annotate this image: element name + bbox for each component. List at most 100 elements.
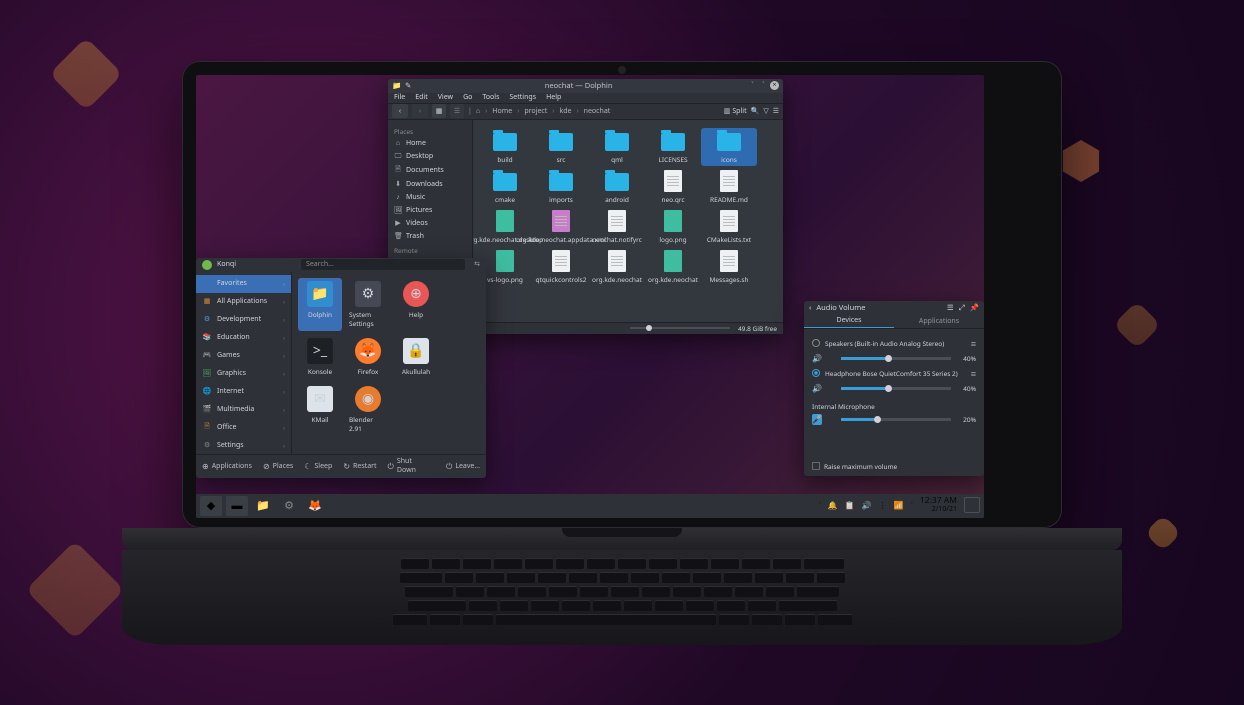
app-akullulah[interactable]: 🔒Akullulah xyxy=(394,335,438,379)
cat-games[interactable]: 🎮Games› xyxy=(196,347,291,365)
menu-tools[interactable]: Tools xyxy=(482,93,499,102)
back-icon[interactable]: ‹ xyxy=(809,303,811,313)
titlebar[interactable]: 📁 ✎ neochat — Dolphin ˅ ˄ × xyxy=(388,79,783,93)
notification-icon[interactable]: 🔔 xyxy=(828,500,838,511)
menu-go[interactable]: Go xyxy=(463,93,472,102)
zoom-slider[interactable] xyxy=(630,327,730,329)
cat-settings[interactable]: ⚙Settings› xyxy=(196,437,291,454)
place-music[interactable]: ♪Music xyxy=(388,191,472,204)
file-item[interactable]: org.kde.neochat.appdata.xml xyxy=(533,208,589,246)
breadcrumb[interactable]: ⌂›Home›project›kde›neochat xyxy=(476,107,610,116)
cat-office[interactable]: 🗎Office› xyxy=(196,419,291,437)
file-item[interactable]: icons xyxy=(701,128,757,166)
wifi-icon[interactable]: 📶 xyxy=(894,500,904,511)
menu-edit[interactable]: Edit xyxy=(415,93,428,102)
cat-development[interactable]: ⚙Development› xyxy=(196,311,291,329)
up-icon[interactable]: ˄ xyxy=(818,500,820,511)
places-button[interactable]: ⊘Places xyxy=(263,461,293,472)
menu-help[interactable]: Help xyxy=(546,93,561,102)
file-item[interactable]: qml xyxy=(589,128,645,166)
menu-file[interactable]: File xyxy=(394,93,405,102)
clipboard-icon[interactable]: 📋 xyxy=(845,500,855,511)
file-item[interactable]: Messages.sh xyxy=(701,248,757,286)
menu-view[interactable]: View xyxy=(438,93,453,102)
pin-icon[interactable]: 📌 xyxy=(970,303,979,313)
cat-all-applications[interactable]: ▦All Applications› xyxy=(196,293,291,311)
file-item[interactable]: qtquickcontrols2 xyxy=(533,248,589,286)
mic-slider[interactable] xyxy=(841,418,951,421)
user-avatar[interactable] xyxy=(202,260,212,270)
cat-education[interactable]: 📚Education› xyxy=(196,329,291,347)
file-item[interactable]: README.md xyxy=(701,168,757,206)
cat-favorites[interactable]: ★Favorites› xyxy=(196,275,291,293)
file-item[interactable]: neochat.notifyrc xyxy=(589,208,645,246)
expand-icon[interactable]: ⤢ xyxy=(959,303,965,313)
app-launcher-icon[interactable]: ◆ xyxy=(200,496,222,516)
split-button[interactable]: ▥ Split xyxy=(724,107,747,116)
file-view[interactable]: buildsrcqmlLICENSESicons cmakeimportsandr… xyxy=(473,120,783,322)
app-blender-2-91[interactable]: ◉Blender 2.91 xyxy=(346,383,390,436)
task-files[interactable]: 📁 xyxy=(252,496,274,516)
task-firefox[interactable]: 🦊 xyxy=(304,496,326,516)
place-pictures[interactable]: 🖼Pictures xyxy=(388,204,472,217)
mic-mute-icon[interactable]: 🎤 xyxy=(812,414,822,425)
file-item[interactable]: cmake xyxy=(477,168,533,206)
place-home[interactable]: ⌂Home xyxy=(388,137,472,150)
place-downloads[interactable]: ⬇Downloads xyxy=(388,178,472,191)
filter-icon[interactable]: ▽ xyxy=(763,107,768,116)
file-item[interactable]: LICENSES xyxy=(645,128,701,166)
volume-slider[interactable] xyxy=(841,387,951,390)
file-item[interactable]: CMakeLists.txt xyxy=(701,208,757,246)
search-input[interactable]: Search... xyxy=(301,259,465,270)
maximize-icon[interactable]: ˄ xyxy=(759,81,768,90)
file-item[interactable]: logo.png xyxy=(645,208,701,246)
mute-icon[interactable]: 🔊 xyxy=(812,353,822,364)
restart-button[interactable]: ↻Restart xyxy=(343,461,376,472)
back-button[interactable]: ‹ xyxy=(392,104,408,118)
volume-slider[interactable] xyxy=(841,357,951,360)
leave-button[interactable]: ⏻Leave... xyxy=(446,461,480,472)
task-dolphin[interactable]: ▬ xyxy=(226,496,248,516)
file-item[interactable]: src xyxy=(533,128,589,166)
sleep-button[interactable]: ☾Sleep xyxy=(304,461,332,472)
file-item[interactable]: org.kde.neochat xyxy=(589,248,645,286)
minimize-icon[interactable]: ˅ xyxy=(748,81,757,90)
config-icon[interactable]: ⇆ xyxy=(474,260,480,269)
options-icon[interactable]: ≡ xyxy=(971,367,976,380)
network-icon[interactable]: ⋮ xyxy=(879,500,887,511)
place-trash[interactable]: 🗑Trash xyxy=(388,230,472,243)
close-icon[interactable]: × xyxy=(770,81,779,90)
app-firefox[interactable]: 🦊Firefox xyxy=(346,335,390,379)
task-settings[interactable]: ⚙ xyxy=(278,496,300,516)
place-videos[interactable]: ▶Videos xyxy=(388,217,472,230)
app-system-settings[interactable]: ⚙System Settings xyxy=(346,278,390,331)
options-icon[interactable]: ≡ xyxy=(971,337,976,350)
raise-checkbox[interactable] xyxy=(812,462,820,470)
file-item[interactable]: neo.qrc xyxy=(645,168,701,206)
cat-internet[interactable]: 🌐Internet› xyxy=(196,383,291,401)
tab-devices[interactable]: Devices xyxy=(804,315,894,328)
cat-graphics[interactable]: 🖼Graphics› xyxy=(196,365,291,383)
shutdown-button[interactable]: ⏻Shut Down xyxy=(388,457,424,475)
app-dolphin[interactable]: 📁Dolphin xyxy=(298,278,342,331)
chevron-down-icon[interactable]: ˅ xyxy=(911,500,913,511)
tab-applications[interactable]: Applications xyxy=(894,315,984,328)
search-icon[interactable]: 🔍 xyxy=(751,107,760,116)
file-item[interactable]: build xyxy=(477,128,533,166)
view-icons-button[interactable]: ▦ xyxy=(432,104,446,118)
show-desktop[interactable] xyxy=(964,497,980,513)
applications-button[interactable]: ⊕Applications xyxy=(202,461,252,472)
file-item[interactable]: imports xyxy=(533,168,589,206)
menu-settings[interactable]: Settings xyxy=(509,93,536,102)
file-item[interactable]: org.kde.neochat xyxy=(645,248,701,286)
app-help[interactable]: ⊕Help xyxy=(394,278,438,331)
device-radio[interactable] xyxy=(812,369,820,377)
mute-icon[interactable]: 🔊 xyxy=(812,383,822,394)
file-item[interactable]: android xyxy=(589,168,645,206)
volume-icon[interactable]: 🔊 xyxy=(862,500,872,511)
hamburger-icon[interactable]: ☰ xyxy=(773,107,779,116)
clock[interactable]: 12:37 AM 2/10/21 xyxy=(920,497,957,513)
view-list-button[interactable]: ☰ xyxy=(450,104,464,118)
place-documents[interactable]: 🗎Documents xyxy=(388,163,472,178)
place-desktop[interactable]: 🖵Desktop xyxy=(388,150,472,163)
